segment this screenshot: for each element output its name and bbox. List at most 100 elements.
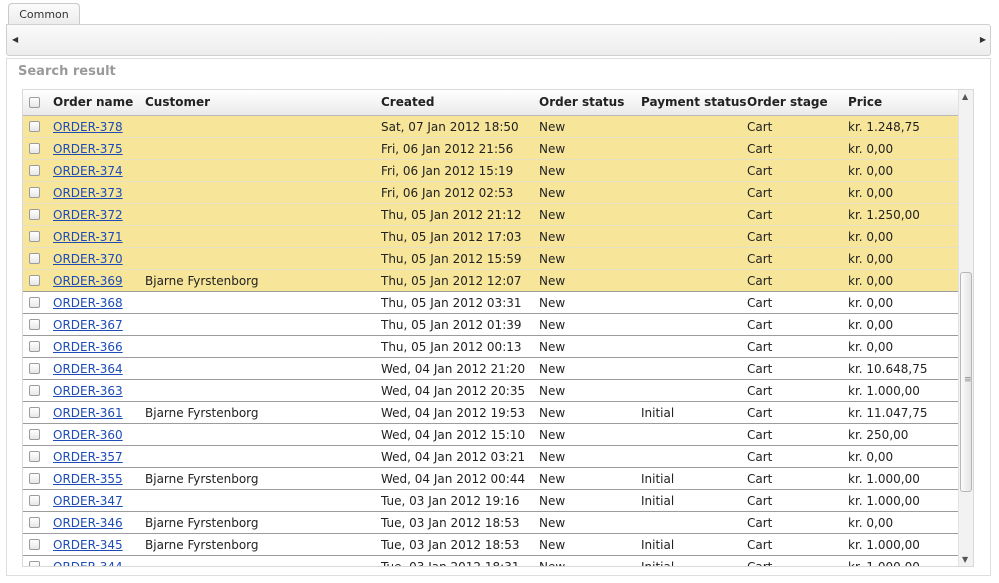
table-row[interactable]: ORDER-378 Sat, 07 Jan 2012 18:50 New Cart kr…	[23, 116, 958, 138]
row-checkbox[interactable]	[29, 451, 40, 462]
payment-status-cell: Initial	[641, 560, 675, 567]
vertical-scrollbar[interactable]: ▲ ≡ ▼	[958, 90, 973, 566]
order-name-link[interactable]: ORDER-344	[53, 560, 123, 566]
scroll-right-icon[interactable]: ▶	[980, 34, 986, 46]
price-cell: kr. 11.047,75	[848, 406, 928, 420]
order-name-link[interactable]: ORDER-367	[53, 318, 123, 332]
row-checkbox[interactable]	[29, 319, 40, 330]
order-name-link[interactable]: ORDER-364	[53, 362, 123, 376]
row-checkbox[interactable]	[29, 407, 40, 418]
table-row[interactable]: ORDER-366 Thu, 05 Jan 2012 00:13 New Cart kr…	[23, 336, 958, 358]
order-stage-cell: Cart	[747, 560, 773, 567]
order-stage-cell: Cart	[747, 164, 773, 178]
table-row[interactable]: ORDER-373 Fri, 06 Jan 2012 02:53 New Cart kr…	[23, 182, 958, 204]
order-name-link[interactable]: ORDER-345	[53, 538, 123, 552]
row-checkbox[interactable]	[29, 165, 40, 176]
order-name-link[interactable]: ORDER-372	[53, 208, 123, 222]
order-name-link[interactable]: ORDER-368	[53, 296, 123, 310]
order-stage-cell: Cart	[747, 362, 773, 376]
row-checkbox[interactable]	[29, 341, 40, 352]
select-all-checkbox[interactable]	[29, 97, 40, 108]
order-stage-cell: Cart	[747, 274, 773, 288]
scrollbar-thumb[interactable]: ≡	[960, 272, 972, 492]
header-order-status[interactable]: Order status	[539, 95, 624, 109]
order-name-link[interactable]: ORDER-373	[53, 186, 123, 200]
price-cell: kr. 0,00	[848, 164, 894, 178]
order-stage-cell: Cart	[747, 472, 773, 486]
row-checkbox[interactable]	[29, 275, 40, 286]
row-checkbox[interactable]	[29, 429, 40, 440]
order-name-link[interactable]: ORDER-355	[53, 472, 123, 486]
created-cell: Thu, 05 Jan 2012 12:07	[381, 274, 522, 288]
row-checkbox[interactable]	[29, 517, 40, 528]
order-name-link[interactable]: ORDER-347	[53, 494, 123, 508]
table-row[interactable]: ORDER-369 Bjarne Fyrstenborg Thu, 05 Jan 2…	[23, 270, 958, 292]
row-checkbox[interactable]	[29, 539, 40, 550]
table-row[interactable]: ORDER-345 Bjarne Fyrstenborg Tue, 03 Jan 2…	[23, 534, 958, 556]
header-price[interactable]: Price	[848, 95, 882, 109]
row-checkbox[interactable]	[29, 143, 40, 154]
order-name-link[interactable]: ORDER-378	[53, 120, 123, 134]
table-row[interactable]: ORDER-360 Wed, 04 Jan 2012 15:10 New Cart kr…	[23, 424, 958, 446]
table-row[interactable]: ORDER-372 Thu, 05 Jan 2012 21:12 New Cart kr…	[23, 204, 958, 226]
scroll-left-icon[interactable]: ◀	[12, 34, 18, 46]
order-status-cell: New	[539, 142, 566, 156]
table-row[interactable]: ORDER-357 Wed, 04 Jan 2012 03:21 New Cart kr…	[23, 446, 958, 468]
table-row[interactable]: ORDER-344 Tue, 03 Jan 2012 18:31 New Initia…	[23, 556, 958, 567]
row-checkbox[interactable]	[29, 363, 40, 374]
table-row[interactable]: ORDER-368 Thu, 05 Jan 2012 03:31 New Cart kr…	[23, 292, 958, 314]
order-name-link[interactable]: ORDER-369	[53, 274, 123, 288]
order-name-link[interactable]: ORDER-357	[53, 450, 123, 464]
table-row[interactable]: ORDER-367 Thu, 05 Jan 2012 01:39 New Cart kr…	[23, 314, 958, 336]
row-checkbox[interactable]	[29, 253, 40, 264]
scroll-up-icon[interactable]: ▲	[962, 92, 968, 101]
table-row[interactable]: ORDER-364 Wed, 04 Jan 2012 21:20 New Cart kr…	[23, 358, 958, 380]
order-stage-cell: Cart	[747, 384, 773, 398]
row-checkbox[interactable]	[29, 495, 40, 506]
header-order-stage[interactable]: Order stage	[747, 95, 828, 109]
order-name-link[interactable]: ORDER-371	[53, 230, 123, 244]
table-row[interactable]: ORDER-361 Bjarne Fyrstenborg Wed, 04 Jan 2…	[23, 402, 958, 424]
tab-common[interactable]: Common	[8, 3, 80, 24]
header-customer[interactable]: Customer	[145, 95, 210, 109]
order-stage-cell: Cart	[747, 428, 773, 442]
customer-cell: Bjarne Fyrstenborg	[145, 274, 259, 288]
row-checkbox[interactable]	[29, 121, 40, 132]
row-checkbox[interactable]	[29, 231, 40, 242]
price-cell: kr. 250,00	[848, 428, 909, 442]
customer-cell: Bjarne Fyrstenborg	[145, 516, 259, 530]
table-row[interactable]: ORDER-347 Tue, 03 Jan 2012 19:16 New Initia…	[23, 490, 958, 512]
row-checkbox[interactable]	[29, 473, 40, 484]
order-name-link[interactable]: ORDER-370	[53, 252, 123, 266]
table-row[interactable]: ORDER-374 Fri, 06 Jan 2012 15:19 New Cart kr…	[23, 160, 958, 182]
order-status-cell: New	[539, 274, 566, 288]
table-row[interactable]: ORDER-371 Thu, 05 Jan 2012 17:03 New Cart kr…	[23, 226, 958, 248]
header-order-name[interactable]: Order name	[53, 95, 133, 109]
created-cell: Wed, 04 Jan 2012 03:21	[381, 450, 526, 464]
order-status-cell: New	[539, 450, 566, 464]
order-name-link[interactable]: ORDER-366	[53, 340, 123, 354]
table-row[interactable]: ORDER-355 Bjarne Fyrstenborg Wed, 04 Jan 2…	[23, 468, 958, 490]
order-name-link[interactable]: ORDER-374	[53, 164, 123, 178]
table-row[interactable]: ORDER-370 Thu, 05 Jan 2012 15:59 New Cart kr…	[23, 248, 958, 270]
table-row[interactable]: ORDER-346 Bjarne Fyrstenborg Tue, 03 Jan 2…	[23, 512, 958, 534]
table-row[interactable]: ORDER-375 Fri, 06 Jan 2012 21:56 New Cart kr…	[23, 138, 958, 160]
tab-toolbar: ◀ ▶	[6, 24, 991, 56]
row-checkbox[interactable]	[29, 209, 40, 220]
order-name-link[interactable]: ORDER-363	[53, 384, 123, 398]
scroll-down-icon[interactable]: ▼	[962, 555, 968, 564]
row-checkbox[interactable]	[29, 187, 40, 198]
row-checkbox[interactable]	[29, 297, 40, 308]
row-checkbox[interactable]	[29, 385, 40, 396]
header-payment-status[interactable]: Payment status	[641, 95, 747, 109]
order-name-link[interactable]: ORDER-360	[53, 428, 123, 442]
order-name-link[interactable]: ORDER-346	[53, 516, 123, 530]
created-cell: Tue, 03 Jan 2012 19:16	[381, 494, 520, 508]
payment-status-cell: Initial	[641, 494, 675, 508]
header-created[interactable]: Created	[381, 95, 434, 109]
table-row[interactable]: ORDER-363 Wed, 04 Jan 2012 20:35 New Cart kr…	[23, 380, 958, 402]
order-name-link[interactable]: ORDER-375	[53, 142, 123, 156]
order-name-link[interactable]: ORDER-361	[53, 406, 123, 420]
row-checkbox[interactable]	[29, 561, 40, 566]
grid-header: Order name Customer Created Order status…	[23, 90, 958, 116]
